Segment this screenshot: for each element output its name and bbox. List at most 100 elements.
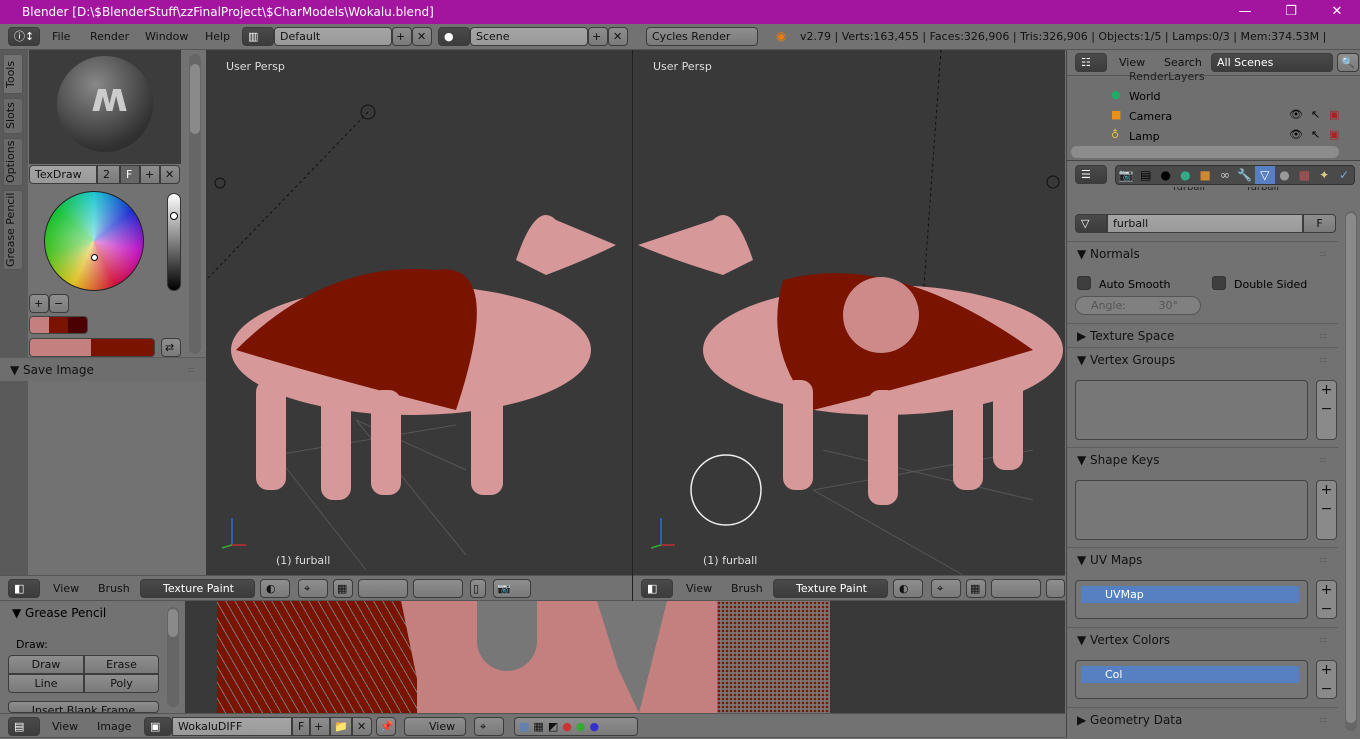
value-slider[interactable] [167,193,181,291]
view-mode-select[interactable]: View [404,717,466,736]
editor-type-info-icon[interactable]: ⓘ↕ [8,27,40,46]
uv-map-add-remove[interactable]: + − [1316,580,1337,619]
outliner-h-scrollbar[interactable] [1071,146,1339,158]
select-cursor-icon[interactable]: ↖ [1311,128,1320,141]
menu-help[interactable]: Help [205,24,230,50]
image-canvas[interactable] [185,601,1065,713]
world-tab-icon[interactable]: ● [1175,166,1195,184]
editor-type-3d-icon[interactable]: ◧ [641,579,673,598]
geometry-data-panel-header[interactable]: ▶ Geometry Data:::: [1067,707,1338,731]
primary-color-swatch[interactable] [30,339,92,356]
screen-layout-field[interactable]: Default [274,27,392,46]
uv-map-item[interactable]: UVMap [1081,586,1299,603]
add-palette-color-icon[interactable]: + [29,294,49,313]
layers-grid[interactable] [991,579,1041,598]
mask-toggle[interactable]: ▦ [333,579,353,598]
minimize-button[interactable]: — [1222,0,1268,24]
vertex-groups-list[interactable] [1075,380,1308,440]
image-name-field[interactable]: WokaluDIFF [172,717,292,736]
auto-smooth-checkbox[interactable] [1077,276,1091,290]
display-channels[interactable]: ▩▦◩●●● [514,717,638,736]
swap-colors-icon[interactable]: ⇄ [161,338,181,357]
image-fake-user[interactable]: F [292,717,310,736]
scene-tab-icon[interactable]: ● [1156,166,1176,184]
remove-palette-color-icon[interactable]: − [49,294,69,313]
mesh-fake-user[interactable]: F [1303,214,1336,233]
save-image-panel-header[interactable]: ▼ Save Image:::: [0,357,206,381]
mesh-name-field[interactable]: furball [1107,214,1303,233]
particles-tab-icon[interactable]: ✦ [1314,166,1334,184]
physics-tab-icon[interactable]: ✓ [1334,166,1354,184]
material-tab-icon[interactable]: ● [1275,166,1295,184]
insert-blank-frame-button[interactable]: Insert Blank Frame [8,701,159,713]
add-scene-icon[interactable]: + [588,27,608,46]
editor-type-outliner-icon[interactable]: ☷ [1075,53,1107,72]
maximize-button[interactable]: ❐ [1268,0,1314,24]
constraints-tab-icon[interactable]: ∞ [1215,166,1235,184]
brush-preview[interactable]: ʍ [29,50,181,164]
outliner-item-renderlayers[interactable]: RenderLayers [1129,70,1205,82]
pin-icon[interactable]: 📌 [376,717,396,736]
vertex-color-add-remove[interactable]: + − [1316,660,1337,699]
layers-grid[interactable] [1046,579,1065,598]
alpha-channel-icon[interactable]: ▦ [533,720,547,733]
mode-select[interactable]: Texture Paint [140,579,255,598]
palette-swatch[interactable] [30,317,49,333]
mode-select[interactable]: Texture Paint [773,579,888,598]
shading-select[interactable]: ◐ [260,579,290,598]
lock-camera-icon[interactable]: ▯ [470,579,486,598]
shading-select[interactable]: ◐ [893,579,923,598]
vertex-group-add-remove[interactable]: + − [1316,380,1337,440]
grease-pencil-header[interactable]: ▼ Grease Pencil [12,606,106,620]
vertex-colors-panel-header[interactable]: ▼ Vertex Colors:::: [1067,627,1338,651]
add-screen-icon[interactable]: + [392,27,412,46]
display-mode-select[interactable]: All Scenes [1211,53,1333,72]
mesh-browse-icon[interactable]: ▽ [1075,214,1107,233]
render-opengl-icon[interactable]: 📷 [493,579,531,598]
modifiers-tab-icon[interactable]: 🔧 [1235,166,1255,184]
menu-file[interactable]: File [52,24,70,50]
screen-layout-icon[interactable]: ▥ [242,27,274,46]
uv-maps-panel-header[interactable]: ▼ UV Maps:::: [1067,547,1338,571]
render-camera-icon[interactable]: ▣ [1329,108,1339,121]
render-tab-icon[interactable]: 📷 [1116,166,1136,184]
secondary-color-swatch[interactable] [91,339,154,356]
poly-button[interactable]: Poly [84,674,159,693]
shape-keys-list[interactable] [1075,480,1308,540]
double-sided-checkbox[interactable] [1212,276,1226,290]
tab-options[interactable]: Options [3,138,23,186]
erase-button[interactable]: Erase [84,655,159,674]
close-button[interactable]: ✕ [1314,0,1360,24]
scene-icon[interactable]: ● [438,27,470,46]
mesh-data-tab-icon[interactable]: ▽ [1254,166,1275,184]
menu-view[interactable]: View [686,576,712,602]
new-image-icon[interactable]: + [310,717,330,736]
remove-brush-icon[interactable]: ✕ [160,165,180,184]
red-channel-icon[interactable]: ● [562,720,576,733]
image-browse-icon[interactable]: ▣ [144,717,172,736]
search-icon[interactable]: 🔍 [1337,53,1359,72]
render-engine-select[interactable]: Cycles Render [646,27,758,46]
select-cursor-icon[interactable]: ↖ [1311,108,1320,121]
editor-type-properties-icon[interactable]: ☰ [1075,165,1107,184]
pivot-select[interactable]: ⌖ [298,579,328,598]
palette-swatch[interactable] [68,317,87,333]
editor-type-3d-icon[interactable]: ◧ [8,579,40,598]
visibility-eye-icon[interactable]: 👁 [1289,108,1303,121]
z-buffer-icon[interactable]: ◩ [548,720,562,733]
layers-grid[interactable] [413,579,463,598]
brush-name-field[interactable]: TexDraw [29,165,97,184]
menu-image[interactable]: Image [97,714,131,739]
pivot-select[interactable]: ⌖ [931,579,961,598]
green-channel-icon[interactable]: ● [576,720,590,733]
vertex-color-item[interactable]: Col [1081,666,1299,683]
tab-tools[interactable]: Tools [3,54,23,94]
fake-user-button[interactable]: F [120,165,140,184]
render-camera-icon[interactable]: ▣ [1329,128,1339,141]
uv-maps-list[interactable]: UVMap [1075,580,1308,619]
tab-grease-pencil[interactable]: Grease Pencil [3,190,23,270]
color-picker-handle[interactable] [91,254,98,261]
viewport-right[interactable]: User Persp (1) furball [633,50,1065,575]
render-layers-tab-icon[interactable]: ▤ [1136,166,1156,184]
line-button[interactable]: Line [8,674,84,693]
